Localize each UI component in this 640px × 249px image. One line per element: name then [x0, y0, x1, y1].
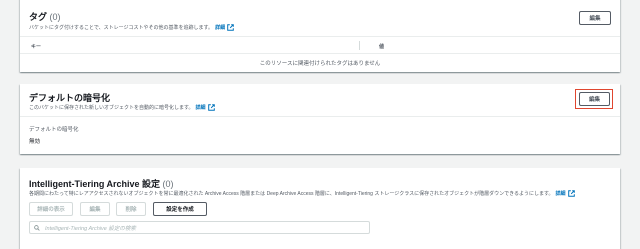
tags-count: (0) — [49, 12, 61, 22]
tags-info-link[interactable]: 詳細 — [215, 25, 225, 31]
tags-description: バケットにタグ付けすることで、ストレージコストやその他の基準を追跡します。 詳細 — [29, 24, 234, 31]
external-link-icon[interactable] — [207, 104, 215, 111]
create-configuration-button[interactable]: 設定を作成 — [153, 202, 207, 216]
delete-button[interactable]: 削除 — [116, 202, 146, 216]
intelligent-tiering-info-link[interactable]: 詳細 — [556, 191, 566, 197]
encryption-title: デフォルトの暗号化 — [29, 93, 111, 103]
tags-title: タグ (0) — [29, 10, 61, 23]
tags-divider — [20, 36, 620, 37]
intelligent-tiering-title: Intelligent-Tiering Archive 設定 (0) — [29, 177, 174, 190]
intelligent-tiering-description-text: 各期間にわたって特にレアアクセスされないオブジェクトを常に最適化された Arch… — [29, 191, 554, 197]
intelligent-tiering-title-text: Intelligent-Tiering Archive 設定 — [29, 179, 161, 189]
intelligent-tiering-panel: Intelligent-Tiering Archive 設定 (0) 各期間にわ… — [20, 168, 620, 249]
encryption-panel: デフォルトの暗号化 このバケットに保存された新しいオブジェクトを自動的に暗号化し… — [20, 84, 620, 154]
encryption-edit-button[interactable]: 編集 — [579, 92, 610, 106]
view-details-button[interactable]: 詳細の表示 — [29, 202, 73, 216]
search-placeholder: Intelligent-Tiering Archive 設定の検索 — [45, 225, 136, 232]
edit-button[interactable]: 編集 — [80, 202, 110, 216]
tags-panel: タグ (0) バケットにタグ付けすることで、ストレージコストやその他の基準を追跡… — [20, 0, 620, 72]
tags-empty-message: このリソースに関連付けられたタグはありません — [259, 61, 381, 67]
intelligent-tiering-count: (0) — [162, 179, 174, 189]
encryption-description: このバケットに保存された新しいオブジェクトを自動的に暗号化します。 詳細 — [29, 104, 215, 111]
intelligent-tiering-description: 各期間にわたって特にレアアクセスされないオブジェクトを常に最適化された Arch… — [29, 190, 575, 197]
tags-title-text: タグ — [29, 12, 48, 22]
encryption-info-link[interactable]: 詳細 — [196, 105, 206, 111]
external-link-icon[interactable] — [567, 190, 575, 197]
search-input[interactable]: Intelligent-Tiering Archive 設定の検索 — [29, 221, 370, 234]
external-link-icon[interactable] — [227, 24, 234, 31]
encryption-field-label: デフォルトの暗号化 — [29, 127, 79, 133]
tags-column-key[interactable]: キー — [31, 43, 41, 50]
encryption-divider — [20, 116, 620, 117]
search-icon — [34, 224, 40, 231]
column-separator[interactable] — [359, 41, 360, 50]
encryption-field-value: 無効 — [29, 139, 41, 145]
encryption-description-text: このバケットに保存された新しいオブジェクトを自動的に暗号化します。 — [29, 105, 194, 111]
tags-edit-button[interactable]: 編集 — [579, 11, 611, 25]
tags-description-text: バケットにタグ付けすることで、ストレージコストやその他の基準を追跡します。 — [29, 25, 214, 31]
tags-table-divider — [20, 53, 620, 54]
tags-column-value[interactable]: 値 — [379, 43, 384, 50]
